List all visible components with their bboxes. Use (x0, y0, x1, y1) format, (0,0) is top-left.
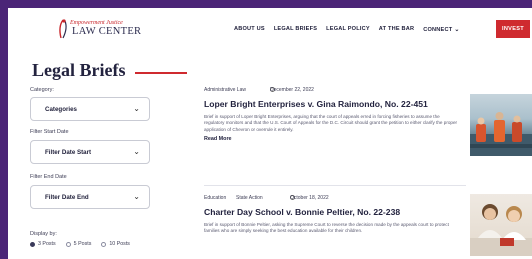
category-select-value: Categories (45, 106, 77, 113)
fishermen-photo-icon (470, 112, 532, 156)
end-date-value: Filter Date End (45, 194, 89, 201)
nav-connect[interactable]: CONNECT ⌄ (423, 26, 459, 33)
article-excerpt: Brief in support of Bonnie Peltier, aski… (204, 222, 449, 234)
article-category[interactable]: Administrative Law (204, 87, 246, 93)
category-select[interactable]: Categories ⌄ (30, 97, 150, 121)
article-item: Education State Action October 18, 2022 … (204, 195, 464, 235)
start-date-value: Filter Date Start (45, 149, 92, 156)
display-option-label: 5 Posts (73, 241, 92, 247)
radio-unselected-icon (101, 241, 107, 247)
nav-connect-label: CONNECT (423, 27, 453, 33)
page-frame: Empowerment Justice LAW CENTER ABOUT US … (8, 8, 532, 259)
article-divider (204, 185, 466, 186)
nav-at-the-bar[interactable]: AT THE BAR (379, 26, 414, 33)
display-option-10[interactable]: 10 Posts (101, 241, 130, 247)
logo-name: LAW CENTER (72, 26, 142, 37)
display-by-label: Display by: (30, 231, 57, 237)
nav-about-us[interactable]: ABOUT US (234, 26, 265, 33)
title-accent-line (135, 72, 187, 74)
article-meta: Education State Action October 18, 2022 (204, 195, 464, 204)
nav-legal-briefs[interactable]: LEGAL BRIEFS (274, 26, 317, 33)
start-date-select[interactable]: Filter Date Start ⌄ (30, 140, 150, 164)
end-date-label: Filter End Date (30, 174, 67, 180)
display-option-5[interactable]: 5 Posts (65, 241, 92, 247)
article-thumbnail[interactable] (470, 194, 532, 256)
main-nav: ABOUT US LEGAL BRIEFS LEGAL POLICY AT TH… (234, 26, 460, 33)
display-option-label: 3 Posts (38, 241, 56, 247)
article-date-text: December 22, 2022 (270, 87, 314, 93)
article-title[interactable]: Loper Bright Enterprises v. Gina Raimond… (204, 99, 464, 109)
article-category[interactable]: Education (204, 195, 226, 201)
article-tag[interactable]: State Action (236, 195, 263, 201)
page-title: Legal Briefs (32, 60, 126, 80)
start-date-label: Filter Start Date (30, 129, 69, 135)
article-meta: Administrative Law December 22, 2022 (204, 87, 464, 96)
nav-legal-policy[interactable]: LEGAL POLICY (326, 26, 370, 33)
radio-unselected-icon (65, 241, 71, 247)
chevron-down-icon: ⌄ (133, 104, 140, 113)
category-label: Category: (30, 87, 54, 93)
chevron-down-icon: ⌄ (133, 192, 140, 201)
article-thumbnail[interactable] (470, 94, 532, 156)
article-title[interactable]: Charter Day School v. Bonnie Peltier, No… (204, 207, 464, 217)
radio-selected-icon (30, 241, 35, 247)
end-date-select[interactable]: Filter Date End ⌄ (30, 185, 150, 209)
chevron-down-icon: ⌄ (133, 147, 140, 156)
display-option-3[interactable]: 3 Posts (30, 241, 56, 247)
read-more-link[interactable]: Read More (204, 136, 464, 142)
display-by-options: 3 Posts 5 Posts 10 Posts (30, 241, 130, 247)
display-option-label: 10 Posts (109, 241, 130, 247)
site-header: Empowerment Justice LAW CENTER ABOUT US … (8, 8, 532, 48)
site-logo[interactable]: Empowerment Justice LAW CENTER (54, 18, 164, 42)
article-date-text: October 18, 2022 (290, 195, 329, 201)
chevron-down-icon: ⌄ (454, 27, 460, 33)
article-item: Administrative Law December 22, 2022 Lop… (204, 87, 464, 142)
invest-button[interactable]: INVEST (496, 20, 530, 38)
students-photo-icon (470, 204, 532, 256)
article-excerpt: Brief in support of Loper Bright Enterpr… (204, 114, 458, 132)
